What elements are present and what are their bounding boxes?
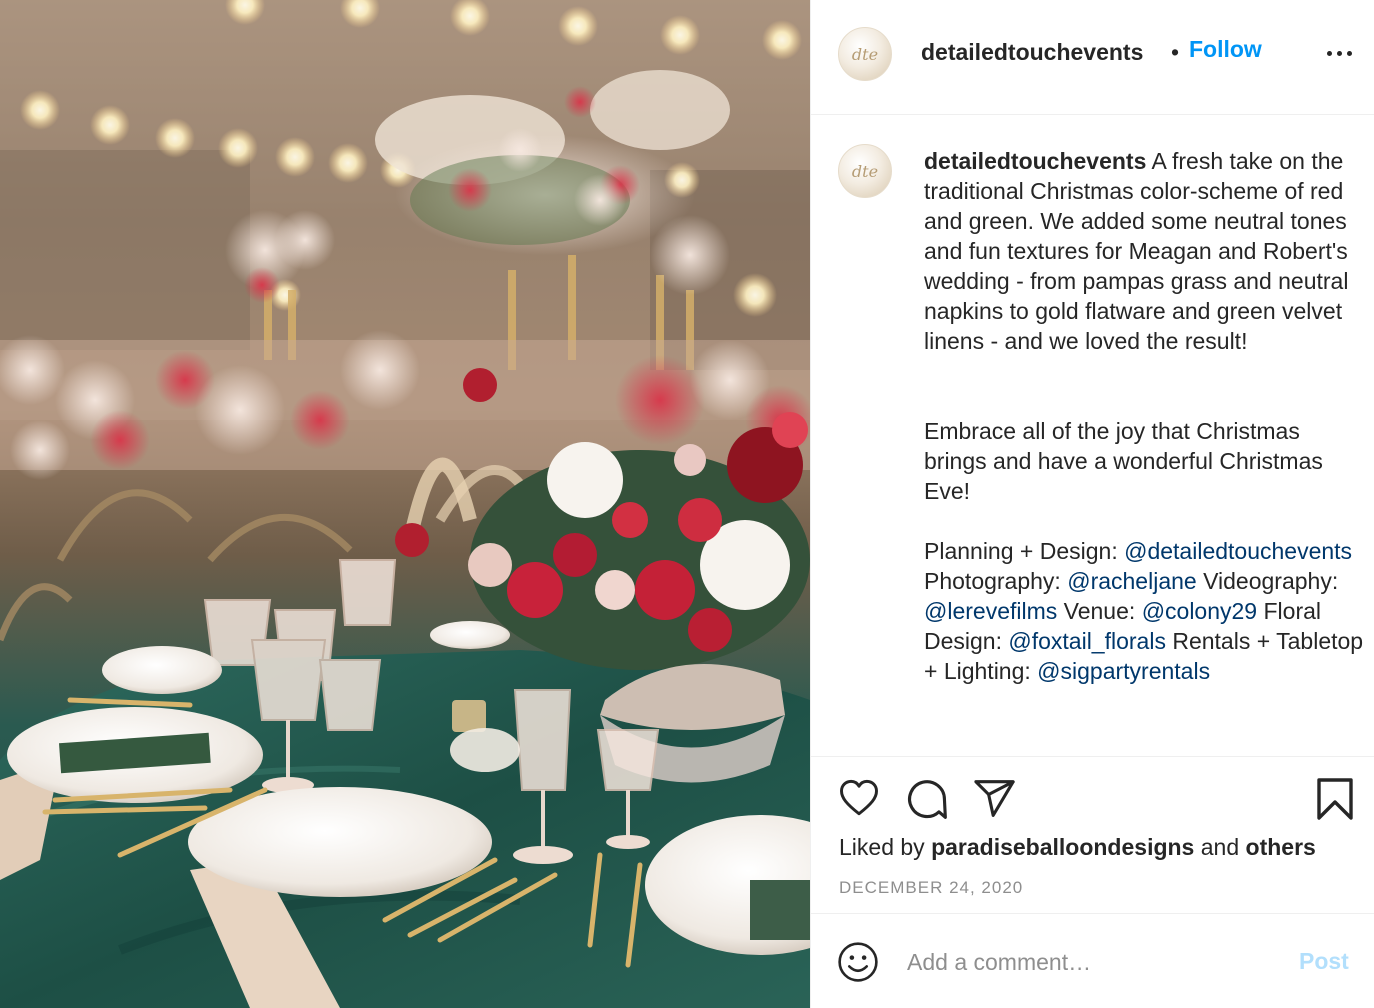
comment-bar: Post [811, 915, 1374, 1008]
post-comment-button[interactable]: Post [1299, 948, 1349, 975]
comment-icon[interactable] [905, 777, 949, 821]
more-options-icon[interactable] [1319, 38, 1359, 68]
caption-credits: Planning + Design: @detailedtouchevents … [924, 538, 1364, 684]
header-separator: • [1171, 39, 1180, 65]
post-photo[interactable] [0, 0, 810, 1008]
emoji-icon[interactable] [837, 941, 879, 983]
caption-avatar[interactable]: dte [838, 144, 892, 198]
bookmark-icon[interactable] [1316, 777, 1354, 821]
comment-input[interactable] [907, 945, 1287, 979]
caption-paragraph-1: detailedtouchevents A fresh take on the … [924, 146, 1364, 356]
post-details-panel: dte detailedtouchevents • Follow dte det… [810, 0, 1374, 1008]
caption-username[interactable]: detailedtouchevents [924, 148, 1146, 174]
liked-by-others[interactable]: others [1246, 834, 1316, 860]
post-date[interactable]: DECEMBER 24, 2020 [839, 878, 1023, 898]
caption-text: A fresh take on the traditional Christma… [924, 148, 1349, 354]
post-username[interactable]: detailedtouchevents [921, 39, 1143, 66]
heart-icon[interactable] [837, 777, 881, 819]
comments-section[interactable]: dte detailedtouchevents A fresh take on … [811, 116, 1374, 756]
share-icon[interactable] [973, 779, 1017, 819]
mention-link[interactable]: @foxtail_florals [1008, 628, 1166, 654]
liked-by-user[interactable]: paradiseballoondesigns [931, 834, 1194, 860]
post-caption: detailedtouchevents A fresh take on the … [924, 146, 1364, 686]
wedding-table-illustration [0, 0, 810, 1008]
mention-link[interactable]: @detailedtouchevents [1124, 538, 1352, 564]
mention-link[interactable]: @racheljane [1067, 568, 1196, 594]
avatar-initials: dte [851, 161, 879, 181]
action-bar: Liked by paradiseballoondesigns and othe… [811, 756, 1374, 914]
post-header: dte detailedtouchevents • Follow [811, 0, 1374, 115]
profile-avatar[interactable]: dte [838, 27, 892, 81]
caption-paragraph-2: Embrace all of the joy that Christmas br… [924, 418, 1323, 504]
mention-link[interactable]: @lerevefilms [924, 598, 1057, 624]
mention-link[interactable]: @sigpartyrentals [1037, 658, 1210, 684]
likes-summary[interactable]: Liked by paradiseballoondesigns and othe… [839, 834, 1316, 861]
avatar-initials: dte [851, 44, 879, 64]
mention-link[interactable]: @colony29 [1142, 598, 1257, 624]
follow-button[interactable]: Follow [1189, 36, 1262, 63]
